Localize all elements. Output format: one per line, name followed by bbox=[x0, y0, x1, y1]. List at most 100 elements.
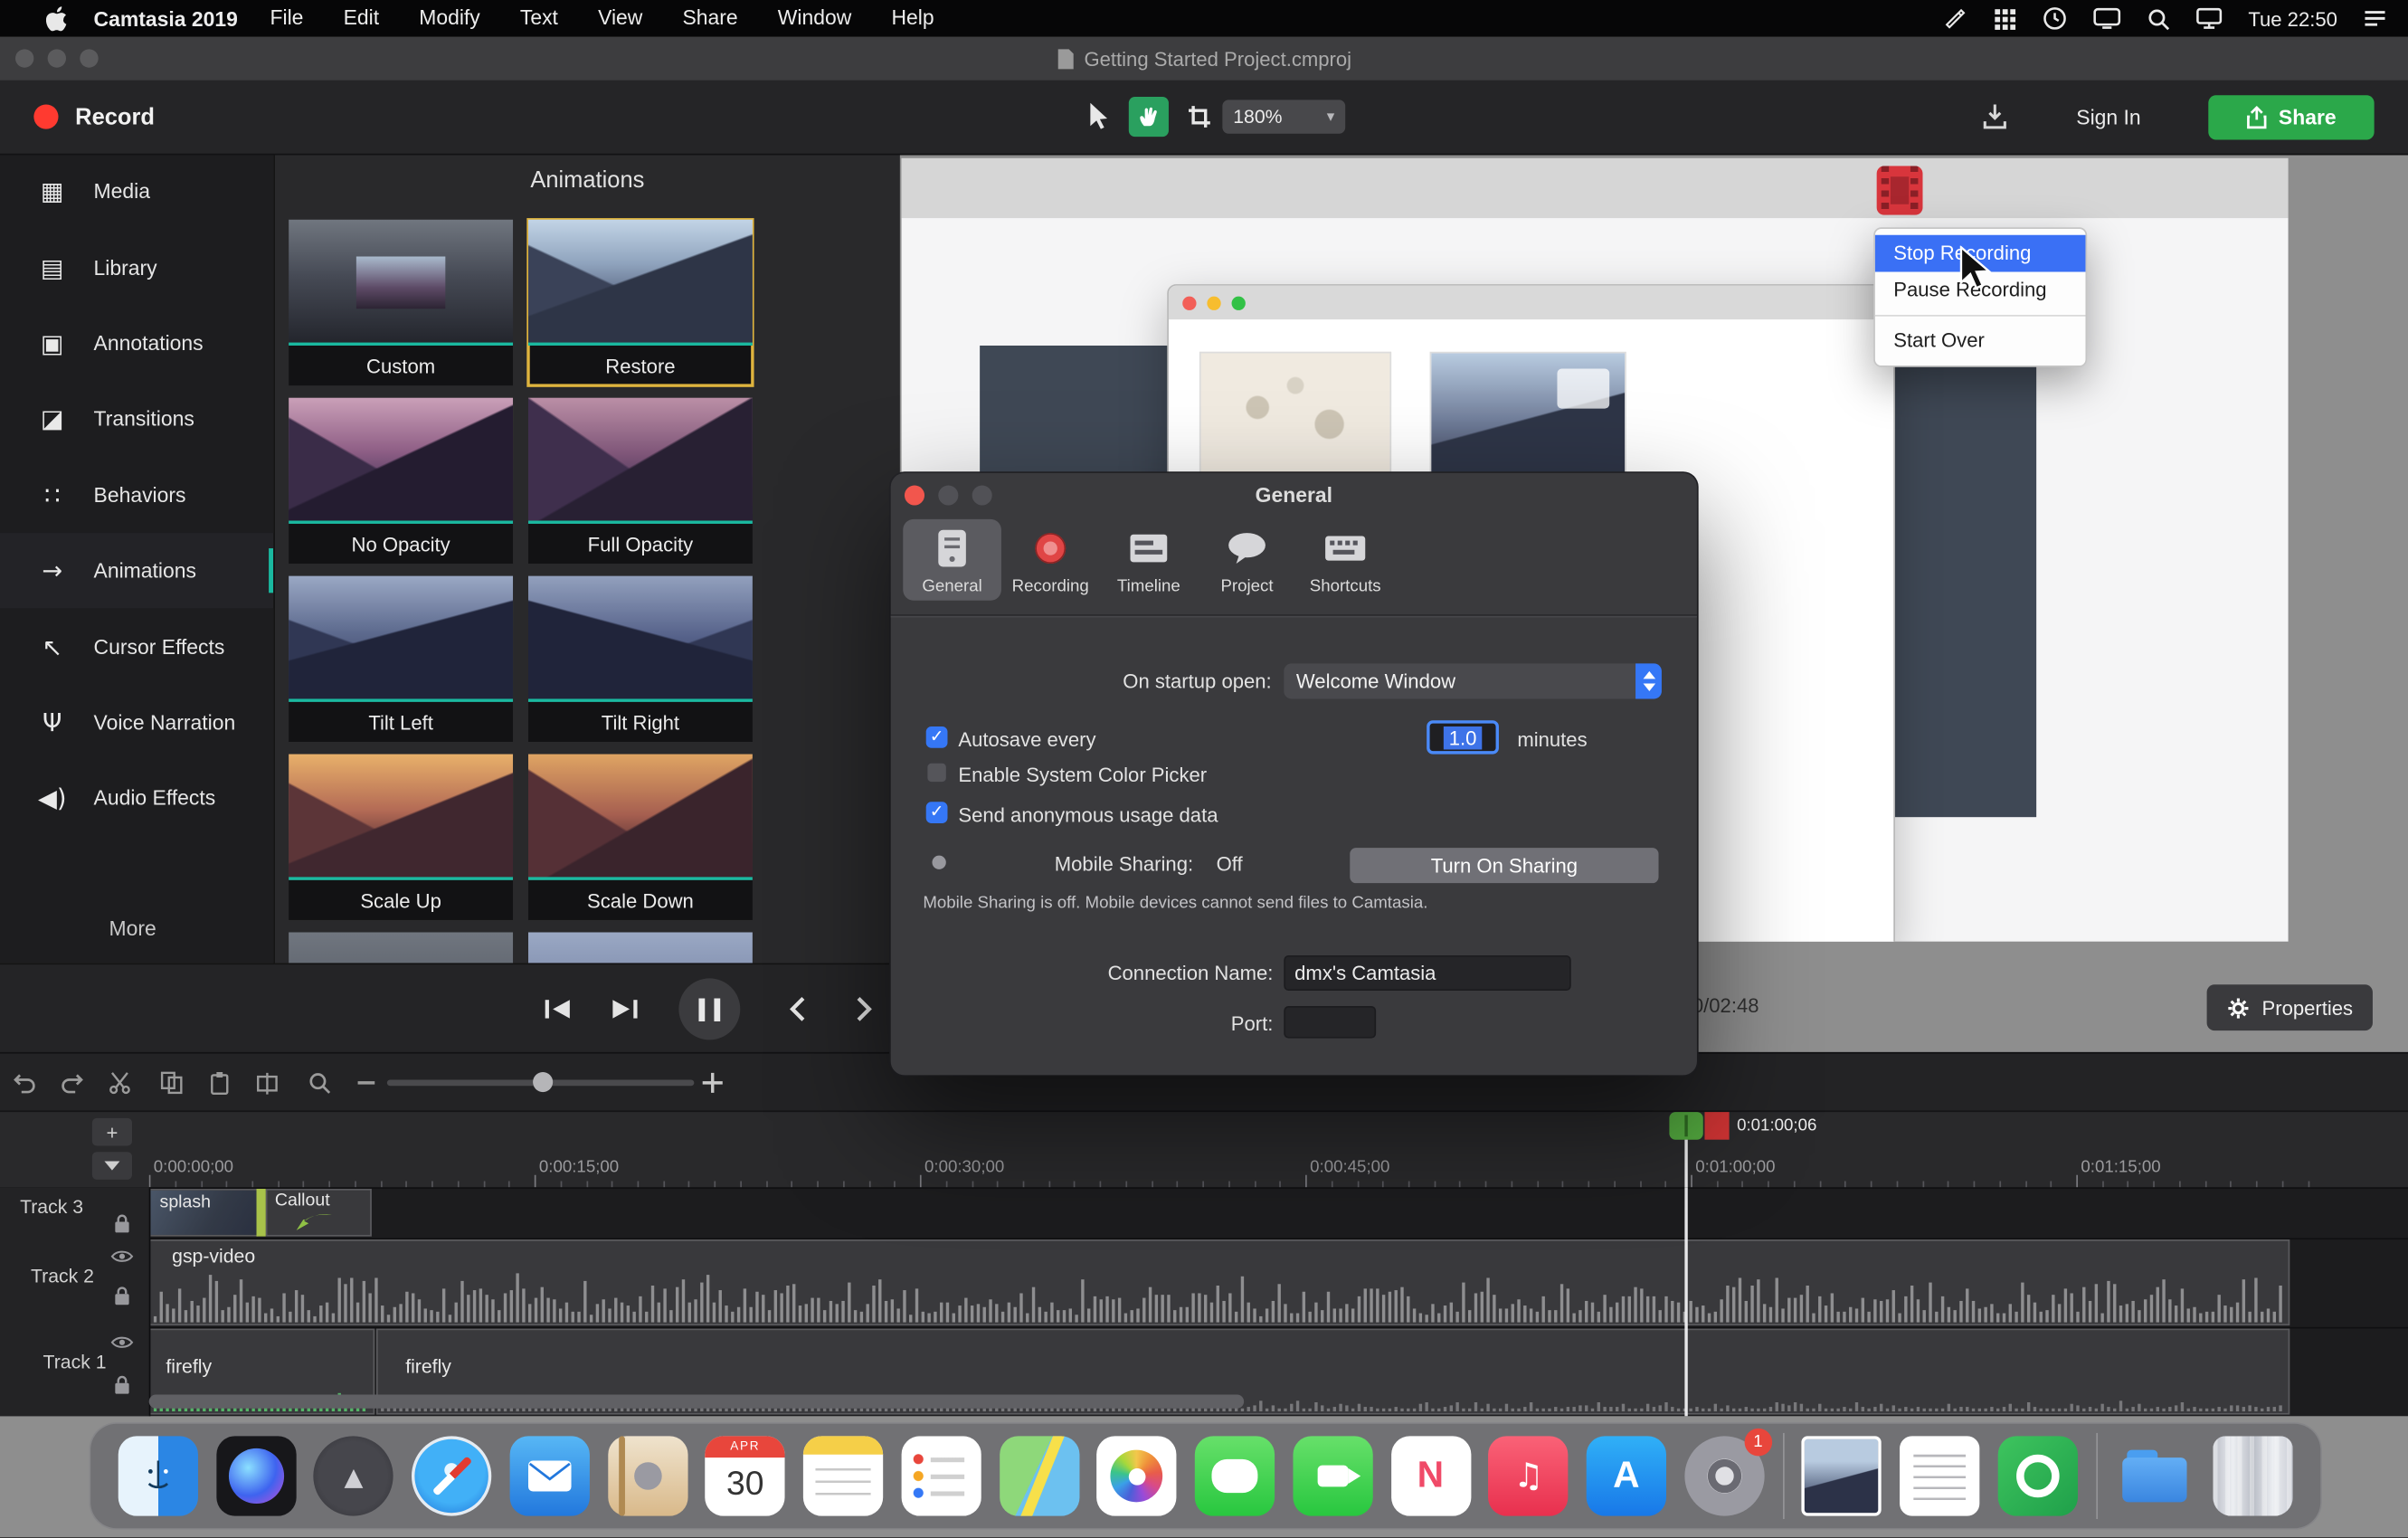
sidebar-item[interactable]: ↖ Cursor Effects bbox=[0, 609, 273, 685]
dock-messages-icon[interactable] bbox=[1195, 1436, 1275, 1515]
minimize-window-button[interactable] bbox=[48, 49, 66, 67]
dock-mail-icon[interactable] bbox=[509, 1436, 589, 1515]
animation-card[interactable] bbox=[528, 933, 753, 964]
tab-general[interactable]: General bbox=[903, 519, 1001, 601]
record-button[interactable]: Record bbox=[33, 80, 155, 153]
animation-card[interactable]: Scale Down bbox=[528, 755, 753, 920]
lock-icon[interactable] bbox=[114, 1213, 131, 1233]
playhead-line[interactable] bbox=[1684, 1187, 1687, 1416]
notification-list-icon[interactable] bbox=[2364, 9, 2386, 27]
sign-in-button[interactable]: Sign In bbox=[2076, 80, 2140, 153]
dock-downloads-folder-icon[interactable] bbox=[2115, 1436, 2195, 1515]
menu-item[interactable]: File bbox=[250, 0, 323, 37]
sidebar-item[interactable]: ▣ Annotations bbox=[0, 305, 273, 381]
playhead-out-marker[interactable] bbox=[1704, 1112, 1729, 1140]
animation-card[interactable]: Tilt Left bbox=[289, 576, 513, 742]
timeline-ruler[interactable]: + 0:00:00;000:00:15;000:00:30;000:00:45;… bbox=[0, 1110, 2408, 1189]
ruler-scale[interactable]: 0:00:00;000:00:15;000:00:30;000:00:45;00… bbox=[149, 1112, 2408, 1189]
copy-button[interactable] bbox=[160, 1070, 185, 1095]
animation-card[interactable]: Scale Up bbox=[289, 755, 513, 920]
app-menu-title[interactable]: Camtasia 2019 bbox=[94, 7, 238, 30]
recording-status-icon[interactable] bbox=[1877, 166, 1923, 214]
connection-name-field[interactable]: dmx's Camtasia bbox=[1284, 955, 1570, 991]
previous-frame-button[interactable] bbox=[537, 964, 577, 1053]
eye-icon[interactable] bbox=[110, 1334, 133, 1350]
sidebar-item[interactable]: ▦ Media bbox=[0, 154, 273, 230]
pause-button[interactable] bbox=[678, 964, 740, 1053]
dock-textedit-icon[interactable] bbox=[1900, 1436, 1979, 1515]
timeline-zoom-slider[interactable] bbox=[387, 1079, 695, 1086]
dock-notes-icon[interactable] bbox=[803, 1436, 883, 1515]
dock-contacts-icon[interactable] bbox=[607, 1436, 687, 1515]
menu-item[interactable]: Help bbox=[871, 0, 953, 37]
step-forward-button[interactable] bbox=[848, 964, 881, 1053]
zoom-window-button[interactable] bbox=[80, 49, 98, 67]
dock-launchpad-icon[interactable] bbox=[314, 1436, 393, 1515]
dock-finder-icon[interactable] bbox=[118, 1436, 197, 1515]
sidebar-item[interactable]: ◀) Audio Effects bbox=[0, 761, 273, 837]
menu-item[interactable]: Window bbox=[758, 0, 872, 37]
properties-button[interactable]: Properties bbox=[2207, 984, 2373, 1030]
animation-card[interactable]: Full Opacity bbox=[528, 398, 753, 564]
menu-item[interactable]: Text bbox=[500, 0, 578, 37]
sidebar-item[interactable]: ∷ Behaviors bbox=[0, 457, 273, 533]
playhead-line[interactable] bbox=[1684, 1140, 1687, 1189]
sidebar-item[interactable]: ▤ Library bbox=[0, 230, 273, 306]
clip-splash[interactable]: splash bbox=[149, 1189, 259, 1237]
dock-reminders-icon[interactable] bbox=[901, 1436, 981, 1515]
paste-button[interactable] bbox=[207, 1070, 232, 1095]
eye-icon[interactable] bbox=[110, 1248, 133, 1264]
crop-tool-button[interactable] bbox=[1180, 97, 1219, 137]
tab-recording[interactable]: Recording bbox=[1001, 519, 1100, 601]
sidebar-more-button[interactable]: More bbox=[109, 917, 156, 940]
autosave-minutes-field[interactable]: 1.0 bbox=[1427, 720, 1499, 754]
sidebar-item[interactable]: Ψ Voice Narration bbox=[0, 685, 273, 761]
close-window-button[interactable] bbox=[15, 49, 33, 67]
add-track-button[interactable]: + bbox=[92, 1118, 132, 1146]
startup-dropdown[interactable]: Welcome Window bbox=[1284, 663, 1662, 698]
dock-app-store-icon[interactable] bbox=[1587, 1436, 1666, 1515]
dock-safari-icon[interactable] bbox=[412, 1436, 491, 1515]
tab-project[interactable]: Project bbox=[1198, 519, 1296, 601]
cut-button[interactable] bbox=[108, 1070, 132, 1095]
port-field[interactable] bbox=[1284, 1006, 1376, 1039]
dialog-close-button[interactable] bbox=[905, 485, 924, 505]
animation-card[interactable] bbox=[289, 933, 513, 964]
dock-system-preferences-icon[interactable]: 1 bbox=[1684, 1436, 1764, 1515]
dialog-minimize-button[interactable] bbox=[938, 485, 958, 505]
menu-bar-clock[interactable]: Tue 22:50 bbox=[2248, 7, 2337, 30]
color-picker-checkbox[interactable] bbox=[926, 762, 948, 783]
grid-icon[interactable] bbox=[1994, 7, 2016, 30]
autosave-checkbox[interactable] bbox=[926, 726, 948, 748]
playhead-handle[interactable] bbox=[1669, 1112, 1702, 1140]
zoom-level-dropdown[interactable]: 180% ▾ bbox=[1222, 100, 1345, 133]
animation-card[interactable]: Custom bbox=[289, 220, 513, 385]
dock-screenshot-file-icon[interactable] bbox=[1802, 1436, 1882, 1515]
animation-card[interactable]: Tilt Right bbox=[528, 576, 753, 742]
dialog-zoom-button[interactable] bbox=[972, 485, 992, 505]
sidebar-item[interactable]: → Animations bbox=[0, 533, 273, 609]
lock-icon[interactable] bbox=[114, 1286, 131, 1305]
lock-icon[interactable] bbox=[114, 1374, 131, 1394]
select-tool-button[interactable] bbox=[1078, 97, 1118, 137]
redo-button[interactable] bbox=[59, 1070, 85, 1095]
monitor-icon[interactable] bbox=[2196, 7, 2223, 29]
animation-card[interactable]: Restore bbox=[528, 220, 753, 385]
clip-transition-marker[interactable] bbox=[257, 1189, 266, 1237]
dock-camtasia-icon[interactable] bbox=[1997, 1436, 2077, 1515]
time-machine-icon[interactable] bbox=[2043, 6, 2067, 31]
dock-music-icon[interactable] bbox=[1488, 1436, 1568, 1515]
menu-item[interactable]: Modify bbox=[399, 0, 500, 37]
dock-calendar-icon[interactable]: APR 30 bbox=[706, 1436, 785, 1515]
tab-shortcuts[interactable]: Shortcuts bbox=[1296, 519, 1395, 601]
dock-facetime-icon[interactable] bbox=[1293, 1436, 1372, 1515]
pan-tool-button[interactable] bbox=[1129, 97, 1169, 137]
undo-button[interactable] bbox=[13, 1070, 39, 1095]
share-button[interactable]: Share bbox=[2208, 95, 2374, 139]
display-icon[interactable] bbox=[2093, 7, 2121, 29]
clip-callout[interactable]: Callout bbox=[266, 1189, 372, 1237]
split-button[interactable] bbox=[255, 1070, 280, 1095]
menu-item-start-over[interactable]: Start Over bbox=[1875, 323, 2086, 360]
menu-item[interactable]: Edit bbox=[324, 0, 400, 37]
clip-gsp-video[interactable]: gsp-video bbox=[149, 1239, 2290, 1325]
